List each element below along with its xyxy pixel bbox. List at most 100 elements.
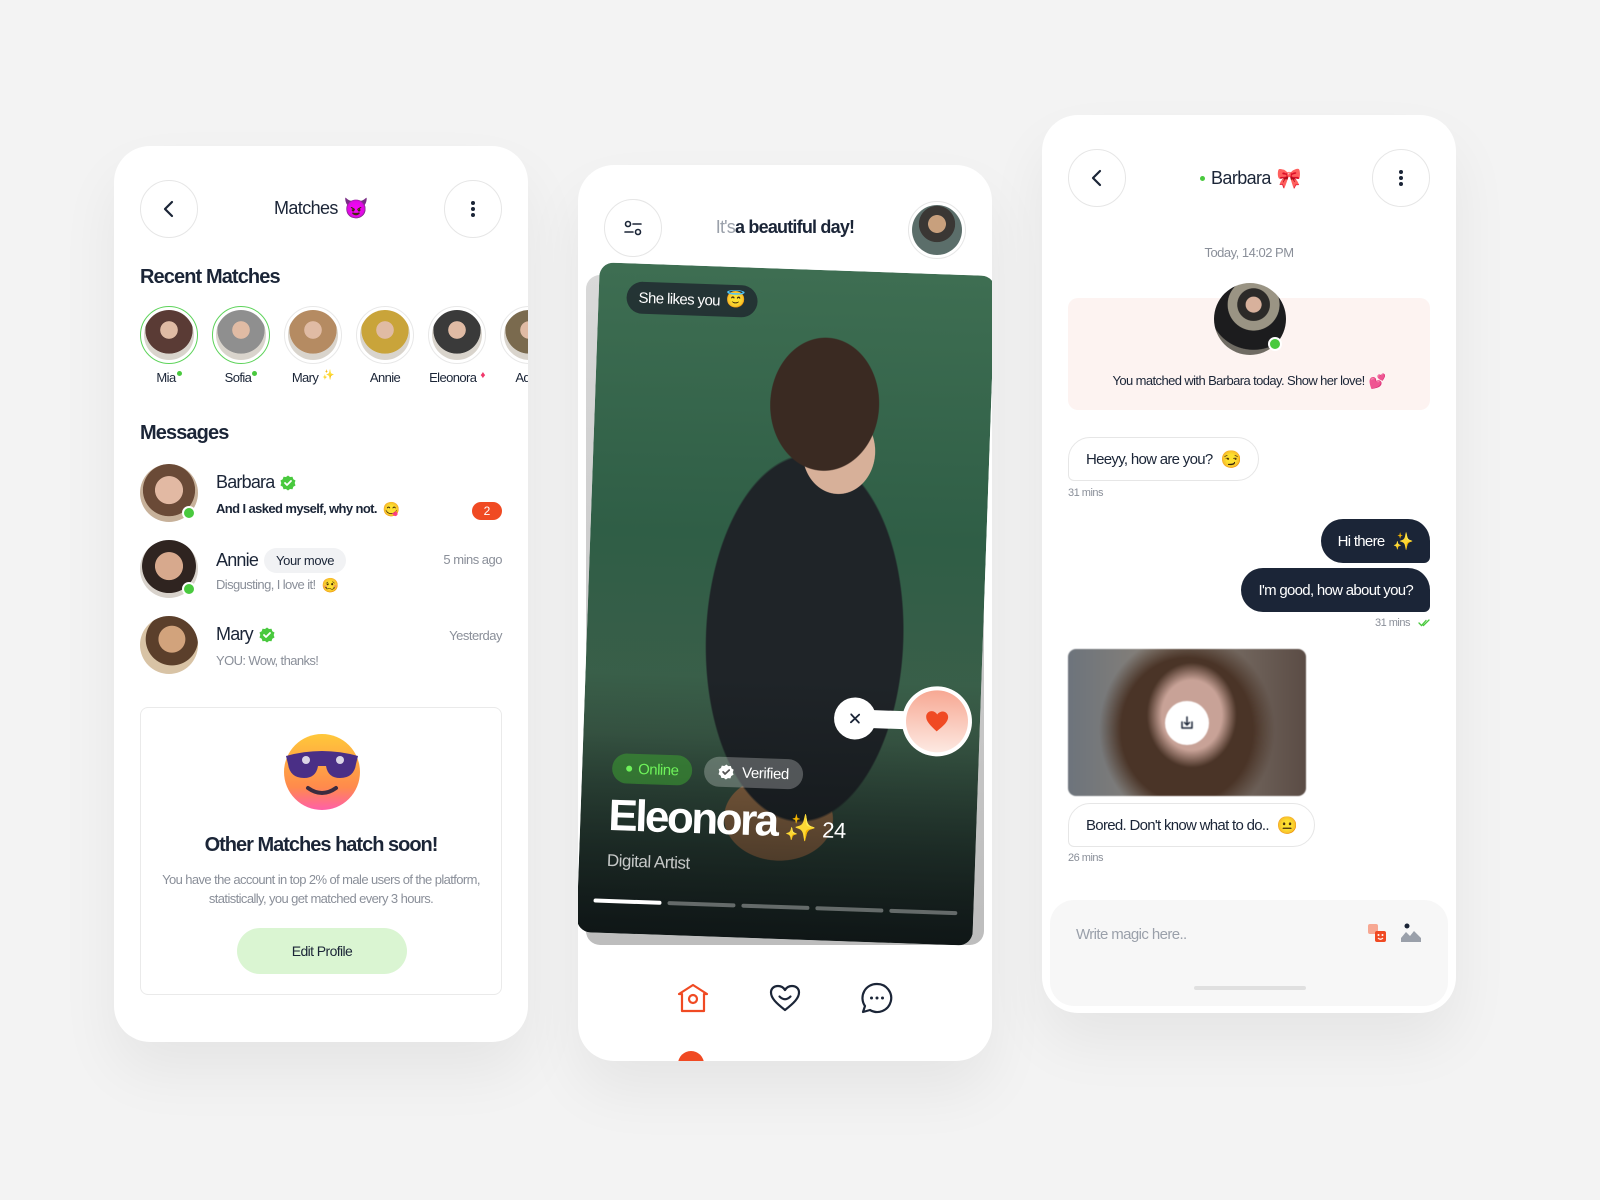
recent-match-item[interactable]: Sofia (212, 306, 270, 385)
chat-screen: Barbara 🎀 Today, 14:02 PM You matched wi… (1042, 115, 1456, 1013)
message-time: 26 mins (1068, 852, 1104, 864)
sticker-icon[interactable] (1366, 922, 1388, 944)
message-preview: Disgusting, I love it! 🥴 (216, 576, 339, 593)
recent-match-item[interactable]: Annie (356, 306, 414, 385)
avatar (144, 310, 194, 360)
dislike-button[interactable] (833, 696, 877, 741)
message-row-barbara[interactable]: Barbara And I asked myself, why not. 😋 2 (140, 464, 502, 524)
recent-match-item[interactable]: Adria (500, 306, 528, 385)
swipe-actions (833, 683, 975, 758)
hearts-emoji-icon: 💕 (1368, 372, 1386, 389)
recent-match-item[interactable]: Eleonora ♦ (428, 306, 486, 385)
discover-screen: It'sa beautiful day! She likes you 😇 Onl… (578, 165, 992, 1061)
like-button[interactable] (900, 685, 974, 758)
messages-heading: Messages (140, 422, 229, 444)
avatar (504, 310, 528, 360)
chevron-left-icon (1091, 169, 1102, 187)
message-bubble-outgoing: I'm good, how about you? (1241, 568, 1430, 612)
message-row-mary[interactable]: Mary YOU: Wow, thanks! Yesterday (140, 616, 502, 676)
recent-match-name-text: Annie (369, 370, 401, 385)
recent-match-item[interactable]: Mary ✨ (284, 306, 342, 385)
avatar (288, 310, 338, 360)
ribbon-emoji-icon: 🎀 (1276, 167, 1302, 190)
image-upload-icon[interactable] (1400, 922, 1422, 944)
online-indicator (182, 506, 196, 520)
recent-match-name: Mary ✨ (292, 370, 335, 385)
bottom-tab-bar (578, 981, 992, 1015)
neutral-face-emoji-icon: 😐 (1276, 815, 1298, 835)
avatar-ring (500, 306, 528, 364)
message-input[interactable] (1076, 920, 1336, 948)
recent-matches-heading: Recent Matches (140, 266, 281, 288)
avatar-ring (428, 306, 486, 364)
recent-matches-list: Mia Sofia Mary✨ Annie Eleonora♦ Adria (140, 306, 528, 385)
close-icon (850, 713, 861, 724)
promo-title: Other Matches hatch soon! (204, 834, 439, 856)
tab-chat[interactable] (860, 981, 894, 1015)
woozy-emoji-icon: 🥴 (321, 576, 339, 593)
chat-title-text: Barbara (1211, 168, 1271, 188)
sparkles-emoji-icon: ✨ (1392, 531, 1414, 551)
message-composer (1050, 900, 1448, 1006)
sparkles-emoji-icon: ✨ (783, 812, 815, 844)
profile-card[interactable]: She likes you 😇 Online Verified Eleonora… (578, 262, 992, 946)
back-button[interactable] (140, 180, 198, 238)
message-time: 5 mins ago (443, 552, 502, 567)
verified-label: Verified (741, 764, 790, 783)
she-likes-you-chip: She likes you 😇 (626, 281, 758, 318)
image-attachment[interactable] (1068, 649, 1306, 796)
recent-match-name: Sofia (225, 370, 258, 385)
message-preview-text: And I asked myself, why not. (216, 501, 378, 516)
devil-emoji-icon: 😈 (343, 197, 369, 220)
heart-smile-icon (769, 984, 801, 1012)
verified-badge-icon (280, 475, 296, 490)
tab-likes[interactable] (768, 981, 802, 1015)
recent-match-name: Eleonora ♦ (429, 370, 485, 385)
chat-title: Barbara 🎀 (1200, 167, 1302, 190)
yum-emoji-icon: 😋 (382, 500, 400, 517)
verified-badge-icon (718, 764, 734, 780)
avatar-ring (284, 306, 342, 364)
home-indicator (1194, 986, 1306, 990)
chat-date-divider: Today, 14:02 PM (1204, 245, 1294, 260)
contact-name: Annie Your move (216, 548, 347, 573)
online-indicator (182, 582, 196, 596)
message-preview: YOU: Wow, thanks! (216, 653, 319, 668)
more-options-button[interactable] (444, 180, 502, 238)
verified-badge-icon (259, 627, 275, 642)
heart-icon (926, 711, 949, 732)
your-move-chip: Your move (264, 548, 347, 573)
page-title-text: Matches (274, 198, 338, 218)
matches-screen: Matches 😈 Recent Matches Mia Sofia Mary ✨ An… (114, 146, 528, 1042)
sparkle-icon: ✨ (322, 370, 335, 381)
tab-home[interactable] (676, 981, 710, 1015)
message-preview-text: Disgusting, I love it! (216, 577, 316, 592)
profile-avatar-button[interactable] (908, 201, 966, 259)
online-dot-icon (176, 371, 182, 376)
message-row-annie[interactable]: Annie Your move Disgusting, I love it! 🥴… (140, 540, 502, 600)
message-time: 31 mins (1068, 487, 1104, 499)
avatar (140, 616, 198, 674)
sunglasses-emoji-icon (284, 734, 360, 810)
angel-emoji-icon: 😇 (725, 291, 746, 310)
profile-age: 24 (821, 817, 847, 844)
message-time: Yesterday (449, 628, 502, 643)
active-tab-indicator (678, 1051, 704, 1061)
recent-match-name-text: Eleonora (429, 370, 477, 385)
greeting-strong: a beautiful day! (735, 217, 855, 237)
download-image-button[interactable] (1165, 701, 1209, 745)
recent-match-name: Annie (369, 370, 401, 385)
online-dot-icon (1200, 176, 1205, 181)
message-text: Hi there (1337, 532, 1386, 550)
promo-card: Other Matches hatch soon! You have the a… (140, 707, 502, 995)
more-options-button[interactable] (1372, 149, 1430, 207)
edit-profile-button[interactable]: Edit Profile (237, 928, 407, 974)
online-dot-icon (252, 371, 258, 376)
message-status: 31 mins (1375, 617, 1430, 629)
online-dot-icon (626, 765, 633, 772)
message-bubble-outgoing: Hi there ✨ (1320, 519, 1430, 563)
verified-chip: Verified (703, 756, 804, 790)
avatar-ring (356, 306, 414, 364)
back-button[interactable] (1068, 149, 1126, 207)
recent-match-item[interactable]: Mia (140, 306, 198, 385)
